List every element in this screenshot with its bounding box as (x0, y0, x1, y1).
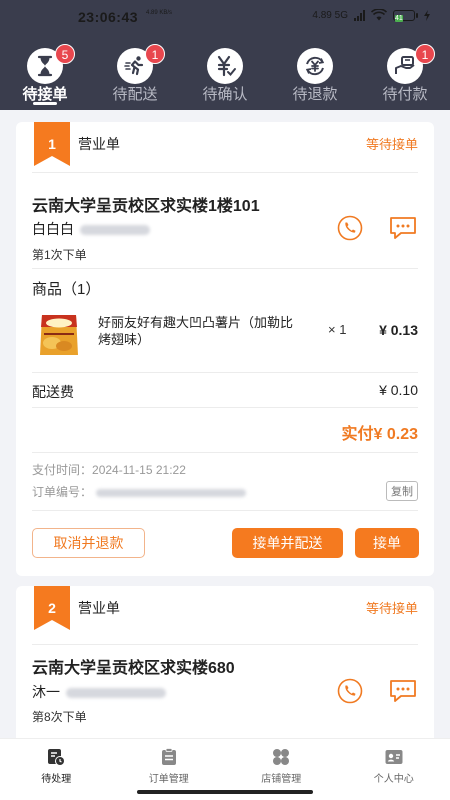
tab-pending-payment[interactable]: 1 待付款 (360, 44, 450, 106)
product-image (36, 312, 82, 358)
yuan-refund-icon (297, 48, 333, 84)
network-speed: 4.89 KB/s (146, 10, 173, 16)
copy-button[interactable]: 复制 (386, 481, 418, 501)
active-tab-indicator (33, 102, 57, 105)
cancel-refund-button[interactable]: 取消并退款 (32, 528, 145, 558)
delivery-address: 云南大学呈贡校区求实楼1楼101 (32, 198, 260, 215)
accept-button[interactable]: 接单 (355, 528, 419, 558)
order-number: 订单编号： (32, 483, 247, 500)
product-price: ¥ 0.13 (379, 322, 418, 338)
battery-icon: 41 (393, 9, 418, 22)
tab-pending-accept[interactable]: 5 待接单 (0, 44, 90, 106)
pay-time-label: 支付时间： (32, 463, 93, 477)
tab-badge: 5 (55, 44, 75, 64)
masked-phone (80, 225, 150, 236)
divider (32, 510, 418, 511)
header: 23:06:43 4.89 KB/s 4.89 5G 41 5 待接单 1 待配… (0, 0, 450, 110)
store-icon (273, 749, 289, 765)
tab-label: 待退款 (292, 86, 338, 103)
order-icon (161, 748, 176, 765)
status-time: 23:06:43 (78, 9, 139, 25)
nav-pending[interactable]: 待处理 (0, 739, 113, 800)
tab-label: 待接单 (22, 86, 68, 103)
order-type: 营业单 (78, 136, 120, 152)
tab-label: 待配送 (112, 86, 158, 103)
network-type: 4.89 5G (312, 9, 348, 21)
paid-amount: 实付¥ 0.23 (341, 426, 419, 443)
order-status: 等待接单 (365, 137, 418, 152)
customer-info: 白白白 (32, 219, 150, 239)
nav-label: 待处理 (41, 774, 72, 785)
divider (32, 452, 418, 453)
order-index-ribbon: 2 (34, 586, 70, 630)
signal-icon (354, 9, 365, 21)
order-index-ribbon: 1 (34, 122, 70, 166)
customer-info: 沐一 (32, 682, 166, 702)
order-status: 等待接单 (365, 601, 418, 616)
wifi-icon (371, 9, 387, 21)
masked-phone (66, 688, 166, 699)
status-icons: 4.89 5G 41 (312, 9, 430, 22)
tab-pending-delivery[interactable]: 1 待配送 (90, 44, 180, 106)
divider (32, 268, 418, 269)
divider (32, 644, 418, 645)
product-quantity: × 1 (328, 322, 347, 337)
goods-section-title: 商品（1） (32, 281, 101, 298)
order-count: 第8次下单 (32, 710, 87, 724)
home-indicator (137, 790, 313, 794)
status-bar: 23:06:43 4.89 KB/s 4.89 5G 41 (0, 0, 450, 36)
masked-order-number (96, 488, 247, 497)
customer-name: 沐一 (32, 684, 60, 700)
tab-label: 待确认 (202, 86, 248, 103)
phone-icon[interactable] (335, 676, 365, 706)
tab-label: 待付款 (382, 86, 428, 103)
product-name: 好丽友好有趣大凹凸薯片（加勒比烤翅味） (98, 315, 294, 347)
pending-icon (48, 749, 65, 766)
order-index: 1 (48, 136, 56, 152)
battery-level: 41 (395, 14, 403, 22)
pay-time-value: 2024-11-15 21:22 (92, 463, 186, 477)
order-type: 营业单 (78, 600, 120, 616)
tab-badge: 1 (145, 44, 165, 64)
divider (32, 172, 418, 173)
charging-icon (424, 9, 430, 21)
tab-badge: 1 (415, 44, 435, 64)
pay-time: 支付时间：2024-11-15 21:22 (32, 461, 186, 478)
message-icon[interactable] (388, 676, 418, 706)
nav-profile[interactable]: 个人中心 (338, 739, 450, 800)
nav-label: 个人中心 (373, 774, 414, 785)
accept-and-deliver-button[interactable]: 接单并配送 (232, 528, 343, 558)
tab-pending-refund[interactable]: 待退款 (270, 44, 360, 106)
nav-label: 店铺管理 (261, 774, 302, 785)
divider (32, 407, 418, 408)
delivery-fee-value: ¥ 0.10 (379, 382, 418, 398)
customer-name: 白白白 (32, 221, 74, 237)
order-card: 2 营业单 等待接单 云南大学呈贡校区求实楼680 沐一 第8次下单 (16, 586, 434, 746)
delivery-address: 云南大学呈贡校区求实楼680 (32, 660, 235, 677)
order-number-label: 订单编号： (32, 485, 93, 499)
divider (32, 372, 418, 373)
order-card: 1 营业单 等待接单 云南大学呈贡校区求实楼1楼101 白白白 第1次下单 商品… (16, 122, 434, 576)
profile-icon (385, 750, 402, 764)
order-status-tabs: 5 待接单 1 待配送 待确认 待退款 1 待付款 (0, 44, 450, 106)
yuan-check-icon (207, 48, 243, 84)
phone-icon[interactable] (335, 213, 365, 243)
message-icon[interactable] (388, 213, 418, 243)
tab-pending-confirm[interactable]: 待确认 (180, 44, 270, 106)
delivery-fee-label: 配送费 (32, 384, 74, 400)
order-index: 2 (48, 600, 56, 616)
order-count: 第1次下单 (32, 248, 87, 262)
nav-label: 订单管理 (148, 774, 189, 785)
